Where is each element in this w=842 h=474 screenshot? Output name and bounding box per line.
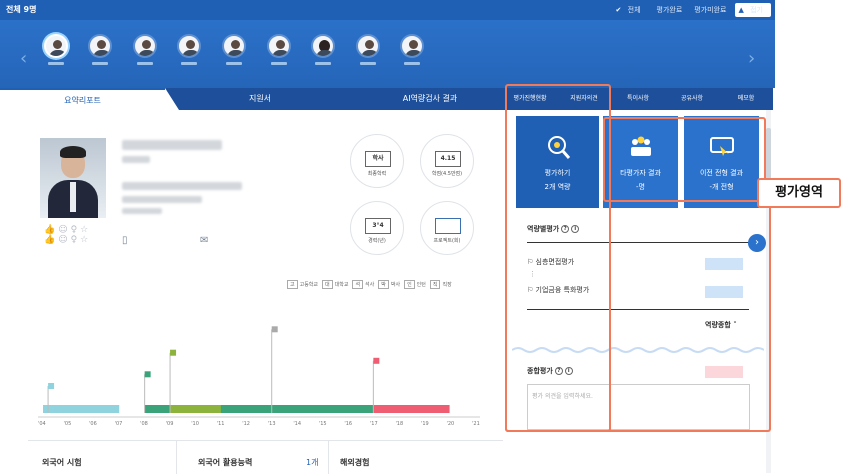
tab-ai-test-result[interactable]: AI역량검사 결과 <box>360 88 500 110</box>
timeline-year-label: '07 <box>114 421 123 427</box>
candidate-avatar[interactable] <box>309 34 337 65</box>
timeline-year-label: '12 <box>242 421 250 427</box>
timeline-year-label: '10 <box>191 421 199 427</box>
timeline-bar <box>43 405 120 413</box>
tab-application[interactable]: 지원서 <box>200 88 320 110</box>
rating-icons: 👍☺♀☆ 👍☺♀☆ <box>44 225 92 245</box>
tab-summary-report[interactable]: 요약리포트 <box>0 88 165 110</box>
degree-value: 학사 <box>365 151 391 167</box>
foreign-ability-title: 외국어 활용능력 <box>198 458 253 467</box>
candidate-avatar[interactable] <box>86 34 114 65</box>
chevron-right-icon[interactable]: › <box>748 48 755 69</box>
chevron-left-icon[interactable]: ‹ <box>20 48 27 69</box>
legend-item: 직 직장 <box>429 280 452 289</box>
timeline-marker <box>373 357 380 364</box>
timeline-marker <box>271 326 278 333</box>
divider <box>176 441 177 474</box>
gpa-card: 4.15 학점(4.5만점) <box>420 134 474 188</box>
timeline-years: '04 '05 '06 '07 '08 '09 '10 '11 '12 '13 '14 '15 '16 '… <box>38 421 480 427</box>
career-label: 경력(년) <box>368 238 386 244</box>
timeline-year-label: '15 <box>318 421 327 427</box>
filter-all[interactable]: ✔ 전체 <box>612 3 649 17</box>
mail-icon[interactable]: ✉ <box>200 235 208 246</box>
redacted-info <box>122 156 150 163</box>
timeline-year-label: '16 <box>344 421 353 427</box>
timeline-year-label: '08 <box>140 421 148 427</box>
filter-complete[interactable]: 평가완료 <box>653 3 687 17</box>
timeline-year-label: '18 <box>395 421 404 427</box>
legend-item: 고 고등학교 <box>287 280 318 289</box>
tab-divider <box>165 88 179 110</box>
redacted-info <box>122 182 242 190</box>
timeline-year-label: '09 <box>165 421 174 427</box>
timeline-year-label: '19 <box>420 421 429 427</box>
timeline-year-label: '14 <box>293 421 302 427</box>
tab-memo[interactable]: 메모함 <box>719 88 773 110</box>
collapse-button[interactable]: ▲ 접기 <box>734 3 771 17</box>
redacted-info <box>122 196 202 203</box>
profile-photo <box>40 138 106 218</box>
candidate-avatar[interactable] <box>42 34 70 65</box>
legend-item: 석 석사 <box>352 280 374 289</box>
divider <box>328 441 329 474</box>
gpa-label: 학점(4.5만점) <box>431 171 463 177</box>
legend-item: 박 박사 <box>378 280 400 289</box>
highlight-box <box>505 200 771 432</box>
timeline-year-label: '17 <box>369 421 378 427</box>
top-bar: 전체 9명 ✔ 전체 평가완료 평가미완료 ▲ 접기 <box>0 0 775 20</box>
overseas-title: 해외경험 <box>340 458 370 467</box>
timeline-year-label: '06 <box>89 421 97 427</box>
resume-icon[interactable]: ▯ <box>122 235 128 246</box>
timeline-year-label: '04 <box>38 421 46 427</box>
candidate-carousel: ‹ › <box>0 20 775 88</box>
folder-icon <box>435 218 461 234</box>
candidate-avatar[interactable] <box>131 34 159 65</box>
timeline-marker <box>170 349 177 356</box>
filter-group: ✔ 전체 평가완료 평가미완료 ▲ 접기 <box>612 3 771 17</box>
project-card: 프로젝트(회) <box>420 201 474 255</box>
timeline-year-label: '05 <box>63 421 72 427</box>
redacted-info <box>122 208 162 214</box>
timeline-marker <box>144 371 151 378</box>
candidate-avatar[interactable] <box>265 34 293 65</box>
highlight-box <box>603 117 766 202</box>
foreign-test-title: 외국어 시험 <box>42 458 82 467</box>
gpa-value: 4.15 <box>435 151 461 167</box>
candidate-avatar[interactable] <box>175 34 203 65</box>
filter-incomplete[interactable]: 평가미완료 <box>690 3 730 17</box>
tab-notes[interactable]: 특이사항 <box>611 88 665 110</box>
project-label: 프로젝트(회) <box>433 238 461 244</box>
career-value: 3°4 <box>365 218 391 234</box>
timeline-bar <box>170 405 221 413</box>
timeline-legend: 고 고등학교 대 대학교 석 석사 박 박사 인 인턴 직 직장 <box>287 280 452 289</box>
legend-item: 대 대학교 <box>322 280 348 289</box>
candidate-avatar[interactable] <box>354 34 382 65</box>
timeline-year-label: '21 <box>472 421 480 427</box>
degree-label: 최종학력 <box>367 171 387 177</box>
timeline-year-label: '13 <box>267 421 276 427</box>
career-card: 3°4 경력(년) <box>350 201 404 255</box>
language-section: 외국어 시험 외국어 활용능력 1개 해외경험 <box>28 440 503 474</box>
eval-area-callout: 평가영역 <box>757 178 841 208</box>
career-timeline-chart <box>38 326 480 418</box>
foreign-ability-count[interactable]: 1개 <box>306 457 318 468</box>
candidate-count: 전체 9명 <box>6 5 37 14</box>
candidate-avatar[interactable] <box>220 34 248 65</box>
redacted-name <box>122 140 222 150</box>
timeline-marker <box>48 383 55 389</box>
education-card: 학사 최종학력 <box>350 134 404 188</box>
timeline-bar <box>373 405 450 413</box>
candidate-avatar[interactable] <box>398 34 426 65</box>
legend-item: 인 인턴 <box>404 280 426 289</box>
tab-shared[interactable]: 공유사항 <box>665 88 719 110</box>
timeline-year-label: '11 <box>216 421 225 427</box>
timeline-year-label: '20 <box>446 421 455 427</box>
